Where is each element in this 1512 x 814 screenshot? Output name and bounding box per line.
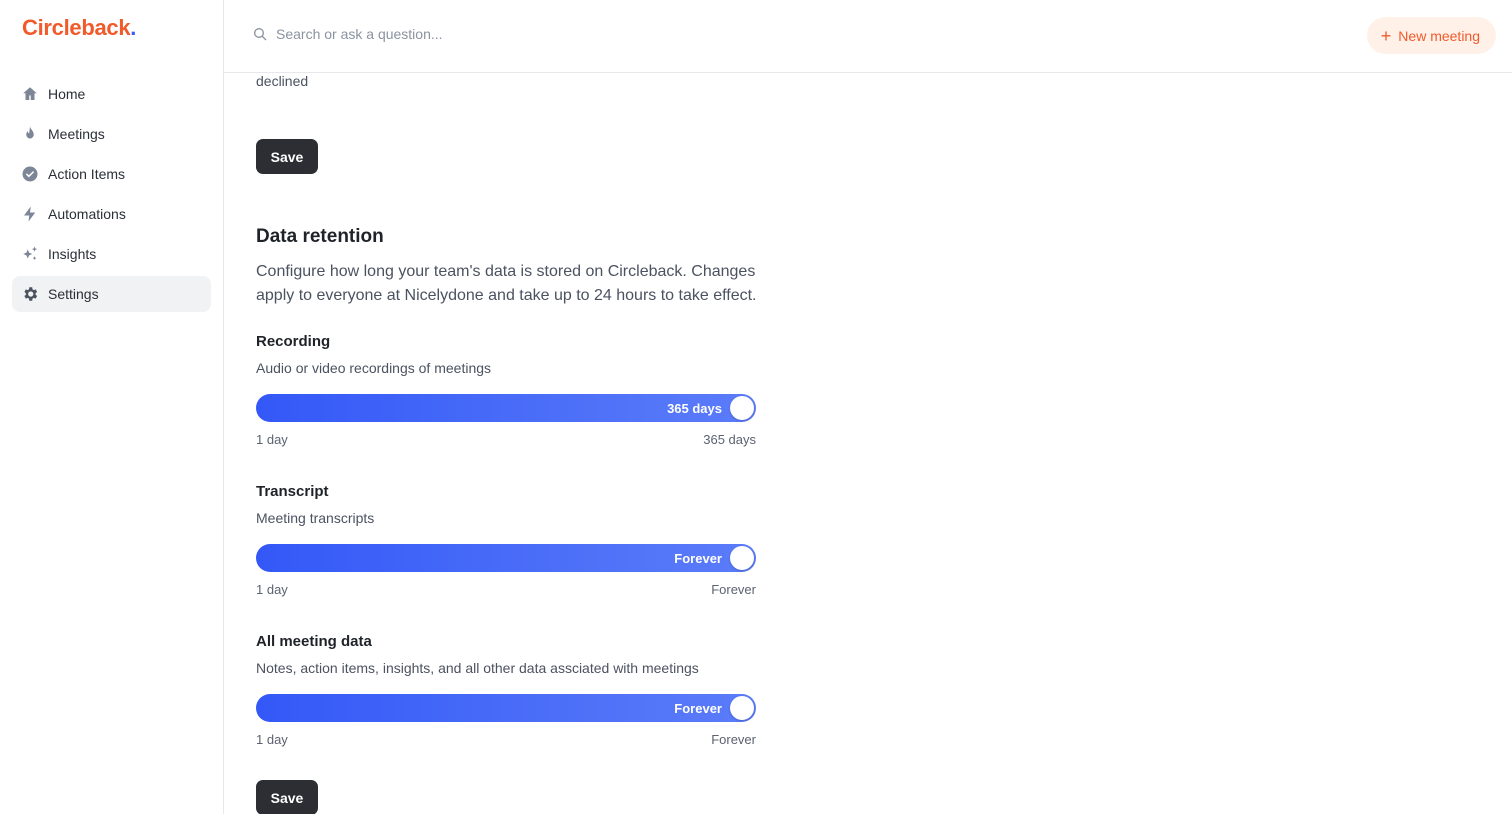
slider-max-label: Forever [711, 732, 756, 747]
sparkles-icon [21, 245, 39, 263]
bolt-icon [21, 205, 39, 223]
data-retention-save-button[interactable]: Save [256, 780, 318, 814]
slider-value: Forever [674, 551, 722, 566]
slider-handle[interactable] [730, 546, 754, 570]
sidebar-item-label: Action Items [48, 166, 126, 182]
retention-title-recording: Recording [256, 333, 331, 350]
new-meeting-button[interactable]: + New meeting [1366, 17, 1496, 54]
retention-subtitle-all-meeting-data: Notes, action items, insights, and all o… [256, 660, 699, 676]
home-icon [21, 85, 39, 103]
section-description: Configure how long your team's data is s… [256, 263, 757, 304]
slider-max-label: 365 days [703, 432, 756, 447]
slider-max-label: Forever [711, 582, 756, 597]
sidebar-item-insights[interactable]: Insights [12, 236, 211, 272]
gear-icon [21, 285, 39, 303]
sidebar-item-automations[interactable]: Automations [12, 196, 211, 232]
brand-name: Circleback [22, 15, 131, 40]
sidebar-item-label: Insights [48, 246, 97, 262]
check-circle-icon [21, 165, 39, 183]
sidebar-item-label: Meetings [48, 126, 105, 142]
sidebar-nav: Home Meetings Action Items Automations I… [12, 76, 211, 316]
slider-value: 365 days [667, 401, 722, 416]
search-icon [254, 28, 267, 41]
retention-title-transcript: Transcript [256, 483, 329, 500]
slider-value: Forever [674, 701, 722, 716]
sidebar: Circleback. Home Meetings Action Items A… [0, 0, 224, 814]
sidebar-item-label: Settings [48, 286, 99, 302]
declined-text: declined [256, 73, 309, 89]
section-title: Data retention [256, 226, 384, 247]
top-bar: + New meeting [224, 0, 1512, 73]
retention-subtitle-recording: Audio or video recordings of meetings [256, 360, 492, 376]
brand-logo[interactable]: Circleback. [22, 15, 136, 41]
brand-dot: . [130, 15, 137, 40]
sidebar-item-home[interactable]: Home [12, 76, 211, 112]
all-meeting-data-retention-slider[interactable]: Forever [256, 694, 756, 722]
sidebar-item-meetings[interactable]: Meetings [12, 116, 211, 152]
search-bar [252, 26, 676, 42]
sidebar-item-label: Home [48, 86, 86, 102]
sidebar-item-settings[interactable]: Settings [12, 276, 211, 312]
sidebar-item-action-items[interactable]: Action Items [12, 156, 211, 192]
search-input[interactable] [276, 26, 676, 42]
sidebar-item-label: Automations [48, 206, 126, 222]
save-button[interactable]: Save [256, 139, 318, 174]
retention-title-all-meeting-data: All meeting data [256, 633, 372, 650]
slider-handle[interactable] [730, 696, 754, 720]
transcript-retention-slider[interactable]: Forever [256, 544, 756, 572]
slider-handle[interactable] [730, 396, 754, 420]
new-meeting-label: New meeting [1398, 27, 1480, 44]
recording-retention-slider[interactable]: 365 days [256, 394, 756, 422]
retention-subtitle-transcript: Meeting transcripts [256, 510, 375, 526]
plus-icon: + [1380, 25, 1392, 46]
flame-icon [21, 125, 39, 143]
